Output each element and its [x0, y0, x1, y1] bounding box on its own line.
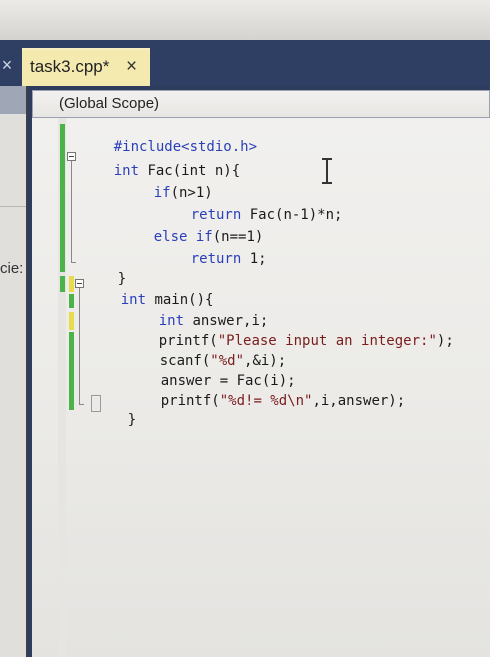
change-marker-saved [60, 124, 65, 272]
code-text: } [127, 412, 137, 428]
change-marker-saved [60, 276, 65, 292]
screen: × task3.cpp* × cie: (Global Scope) #incl… [0, 0, 490, 657]
collapse-main-icon[interactable] [75, 279, 84, 288]
panel-divider [0, 206, 26, 207]
keyword: return [190, 251, 242, 267]
code-text: printf( [160, 393, 220, 409]
text-cursor-icon [322, 158, 332, 184]
fold-guide [71, 161, 72, 262]
tab-task3-cpp[interactable]: task3.cpp* × [22, 48, 150, 86]
panel-item-label[interactable]: cie: [0, 260, 23, 277]
code-text: 1; [241, 251, 267, 267]
fold-guide-end [71, 262, 76, 263]
change-marker-unsaved [69, 312, 74, 330]
collapse-fac-icon[interactable] [67, 152, 76, 161]
fold-guide [79, 288, 80, 404]
code-text: ,i,answer); [312, 393, 406, 409]
code-line-14: } [94, 396, 136, 444]
solution-explorer-panel: cie: [0, 86, 28, 657]
scope-label: (Global Scope) [59, 95, 160, 112]
window-top-bar [0, 0, 490, 40]
change-marker-saved [69, 332, 74, 410]
change-marker-saved [69, 294, 74, 308]
code-line-13: printf("%d!= %d\n",i,answer); [127, 377, 405, 425]
fold-guide-end [79, 404, 84, 405]
tab-close-icon[interactable]: × [126, 56, 137, 78]
panel-header [0, 86, 26, 114]
code-text: ); [436, 333, 454, 349]
previous-tab-close-icon[interactable]: × [0, 52, 14, 78]
scope-dropdown[interactable]: (Global Scope) [32, 90, 490, 118]
change-marker-unsaved [69, 276, 74, 292]
string-literal: "%d!= %d\n" [219, 393, 313, 409]
tab-label: task3.cpp* [30, 57, 110, 76]
